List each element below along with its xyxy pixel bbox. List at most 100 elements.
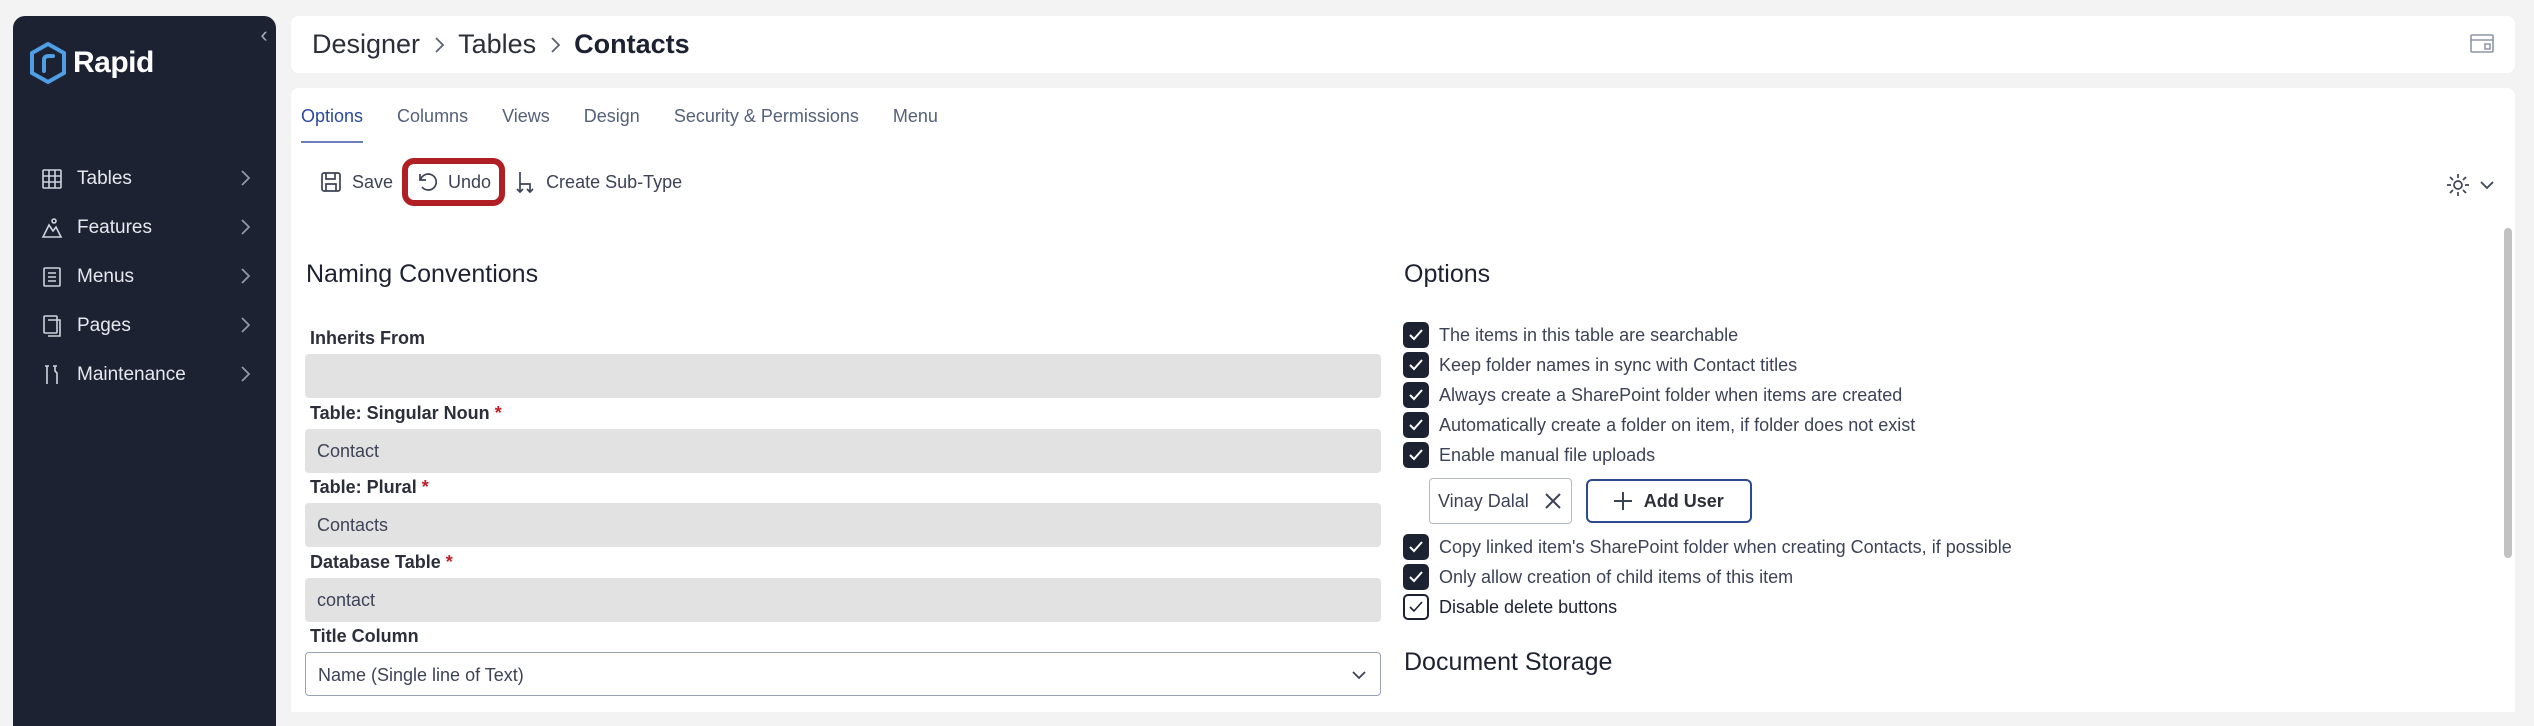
logo: Rapid [29,42,154,84]
sidebar-item-features[interactable]: Features [13,203,276,252]
title-column-select[interactable]: Name (Single line of Text) [305,652,1381,696]
sidebar-item-label: Menus [77,265,135,287]
option-disable-delete[interactable]: Disable delete buttons [1403,592,2012,622]
tab-options[interactable]: Options [301,106,364,143]
subtype-icon [516,172,534,194]
chevron-right-icon [241,219,251,235]
required-mark: * [421,477,429,497]
chevron-right-icon [241,317,251,333]
breadcrumb-tables[interactable]: Tables [458,29,536,60]
settings-menu[interactable] [2445,172,2495,198]
checkbox-checked[interactable] [1403,412,1429,438]
singular-noun-field[interactable]: Contact [305,429,1381,473]
upload-users-row: Vinay Dalal Add User [1429,478,2012,524]
inherits-from-field[interactable] [305,354,1381,398]
option-auto-create-folder[interactable]: Automatically create a folder on item, i… [1403,410,2012,440]
option-label: The items in this table are searchable [1439,324,1739,345]
tab-columns[interactable]: Columns [397,106,468,143]
option-sync-folder-names[interactable]: Keep folder names in sync with Contact t… [1403,350,2012,380]
database-table-label: Database Table * [310,552,453,572]
checkbox-checked[interactable] [1403,382,1429,408]
checkbox-checked[interactable] [1403,442,1429,468]
add-user-label: Add User [1643,490,1724,511]
plural-label: Table: Plural * [310,477,429,497]
checkbox-checked[interactable] [1403,534,1429,560]
chevron-right-icon [549,36,561,54]
window-icon[interactable] [2469,32,2495,56]
checkbox-unchecked[interactable] [1403,594,1429,620]
option-label: Always create a SharePoint folder when i… [1439,384,1903,405]
tab-views[interactable]: Views [502,106,550,143]
sidebar-item-pages[interactable]: Pages [13,301,276,350]
chevron-right-icon [241,366,251,382]
sidebar-item-tables[interactable]: Tables [13,154,276,203]
sidebar-item-maintenance[interactable]: Maintenance [13,350,276,399]
chevron-down-icon [1352,671,1366,680]
option-label: Only allow creation of child items of th… [1439,566,1794,587]
sidebar: ‹ Rapid Tables Features Menus Pages Main… [13,16,276,726]
option-label: Disable delete buttons [1439,596,1618,617]
naming-conventions-heading: Naming Conventions [306,260,539,288]
collapse-sidebar-icon[interactable]: ‹ [253,24,275,46]
tab-security-permissions[interactable]: Security & Permissions [674,106,859,143]
required-mark: * [494,403,502,423]
option-manual-uploads[interactable]: Enable manual file uploads [1403,440,2012,470]
document-storage-heading: Document Storage [1404,648,1613,676]
scrollbar-thumb[interactable] [2504,228,2512,558]
chevron-down-icon [2480,181,2494,190]
sidebar-item-label: Pages [77,314,131,336]
sidebar-item-menus[interactable]: Menus [13,252,276,301]
toolbar: Save Undo Create Sub-Type [311,158,691,206]
option-always-create-folder[interactable]: Always create a SharePoint folder when i… [1403,380,2012,410]
options-heading: Options [1404,260,1491,288]
menu-icon [39,264,65,290]
breadcrumb: Designer Tables Contacts [291,16,2515,73]
brand-name: Rapid [73,46,154,79]
option-searchable[interactable]: The items in this table are searchable [1403,320,2012,350]
required-mark: * [445,552,453,572]
chevron-right-icon [433,36,445,54]
plural-field[interactable]: Contacts [305,503,1381,547]
pages-icon [39,313,65,339]
checkbox-checked[interactable] [1403,564,1429,590]
gear-icon [2447,174,2469,196]
save-button[interactable]: Save [311,158,402,206]
close-icon[interactable] [1543,491,1563,511]
chevron-right-icon [241,268,251,284]
sidebar-item-label: Maintenance [77,363,186,385]
table-icon [39,166,65,192]
undo-icon [419,173,438,191]
save-icon [321,172,341,192]
singular-noun-label: Table: Singular Noun * [310,403,502,423]
user-chip: Vinay Dalal [1429,478,1572,524]
user-chip-label: Vinay Dalal [1438,490,1529,511]
chevron-right-icon [241,170,251,186]
inherits-from-label: Inherits From [310,328,426,348]
title-column-label: Title Column [310,626,419,646]
add-user-button[interactable]: Add User [1585,479,1752,523]
breadcrumb-contacts: Contacts [574,29,690,59]
title-column-value: Name (Single line of Text) [318,665,524,685]
scrollbar[interactable] [2501,228,2515,558]
option-label: Copy linked item's SharePoint folder whe… [1439,536,2012,557]
database-table-field[interactable]: contact [305,578,1381,622]
features-icon [39,215,65,241]
sidebar-item-label: Tables [77,167,132,189]
rapid-logo-icon [30,42,66,84]
sidebar-nav: Tables Features Menus Pages Maintenance [13,154,276,399]
option-child-items-only[interactable]: Only allow creation of child items of th… [1403,562,2012,592]
tab-menu[interactable]: Menu [893,106,938,143]
option-copy-linked-folder[interactable]: Copy linked item's SharePoint folder whe… [1403,532,2012,562]
create-subtype-button[interactable]: Create Sub-Type [505,158,691,206]
option-label: Automatically create a folder on item, i… [1439,414,1916,435]
checkbox-checked[interactable] [1403,322,1429,348]
sidebar-item-label: Features [77,216,152,238]
breadcrumb-designer[interactable]: Designer [312,29,420,60]
create-subtype-label: Create Sub-Type [546,171,683,192]
tab-design[interactable]: Design [584,106,640,143]
undo-button[interactable]: Undo [402,158,506,206]
plus-icon [1613,492,1632,510]
checkbox-checked[interactable] [1403,352,1429,378]
undo-label: Undo [448,171,492,192]
maintenance-icon [39,362,65,388]
